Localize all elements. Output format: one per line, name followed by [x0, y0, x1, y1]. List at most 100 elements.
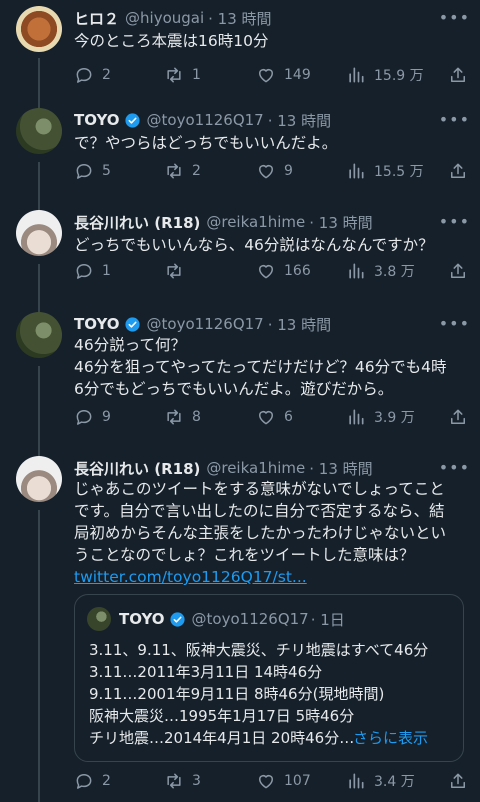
- bar-chart-icon: [349, 409, 364, 425]
- tweet[interactable]: TOYO @toyo1126Q17 · 13 時間 ••• で？やつらはどっちで…: [0, 108, 480, 202]
- reply-count: 1: [102, 263, 111, 279]
- retweet-button[interactable]: 2: [164, 160, 201, 182]
- like-button[interactable]: 107: [256, 770, 311, 792]
- speech-bubble-icon: [76, 264, 92, 279]
- retweet-arrows-icon: [167, 67, 181, 83]
- tweet-actions: 2 1 149 15.9 万: [74, 64, 468, 86]
- more-dots-icon[interactable]: •••: [439, 458, 470, 477]
- share-upload-icon: [451, 409, 465, 424]
- like-count: 149: [284, 67, 311, 83]
- retweet-count: 1: [192, 67, 201, 83]
- views-button[interactable]: 3.4 万: [346, 770, 415, 792]
- display-name[interactable]: 長谷川れい (R18): [74, 212, 200, 233]
- more-dots-icon[interactable]: •••: [439, 212, 470, 231]
- heart-icon: [259, 265, 273, 279]
- user-handle[interactable]: @reika1hime: [206, 459, 305, 477]
- more-dots-icon[interactable]: •••: [439, 8, 470, 27]
- tweet-actions: 5 2 9 15.5 万: [74, 160, 468, 182]
- avatar[interactable]: [16, 108, 62, 154]
- views-button[interactable]: 15.9 万: [346, 64, 424, 86]
- user-handle[interactable]: @toyo1126Q17: [147, 111, 264, 129]
- retweet-arrows-icon: [167, 163, 181, 179]
- display-name: TOYO: [119, 610, 165, 628]
- views-button[interactable]: 3.8 万: [346, 260, 415, 282]
- timestamp[interactable]: · 13 時間: [268, 110, 331, 131]
- reply-button[interactable]: 2: [74, 64, 111, 86]
- retweet-count: 2: [192, 163, 201, 179]
- retweet-button[interactable]: 8: [164, 406, 201, 428]
- tweet-actions: 9 8 6 3.9 万: [74, 406, 468, 428]
- speech-bubble-icon: [76, 774, 92, 789]
- heart-icon: [259, 69, 273, 83]
- tweet[interactable]: 長谷川れい (R18) @reika1hime · 13 時間 ••• どっちで…: [0, 210, 480, 304]
- like-button[interactable]: 6: [256, 406, 293, 428]
- timestamp[interactable]: · 13 時間: [268, 314, 331, 335]
- retweet-count: 3: [192, 773, 201, 789]
- views-button[interactable]: 15.5 万: [346, 160, 424, 182]
- more-dots-icon[interactable]: •••: [439, 110, 470, 129]
- user-handle[interactable]: @reika1hime: [206, 213, 305, 231]
- timestamp[interactable]: · 13 時間: [309, 212, 372, 233]
- share-upload-icon: [451, 67, 465, 82]
- avatar[interactable]: [16, 456, 62, 502]
- bar-chart-icon: [349, 263, 364, 279]
- verified-badge-icon: [169, 611, 185, 627]
- share-button[interactable]: [448, 406, 468, 428]
- timestamp[interactable]: · 13 時間: [309, 458, 372, 479]
- tweet[interactable]: TOYO @toyo1126Q17 · 13 時間 ••• 46分説って何？ 4…: [0, 312, 480, 452]
- views-button[interactable]: 3.9 万: [346, 406, 415, 428]
- speech-bubble-icon: [76, 68, 92, 83]
- like-button[interactable]: 9: [256, 160, 293, 182]
- avatar[interactable]: [16, 6, 62, 52]
- retweet-button[interactable]: 3: [164, 770, 201, 792]
- like-button[interactable]: 166: [256, 260, 311, 282]
- view-count: 15.9 万: [374, 68, 424, 84]
- share-button[interactable]: [448, 160, 468, 182]
- tweet[interactable]: 長谷川れい (R18) @reika1hime · 13 時間 ••• じゃあこ…: [0, 456, 480, 796]
- tweet-header: TOYO @toyo1126Q17 · 13 時間: [74, 312, 468, 336]
- timestamp[interactable]: · 13 時間: [208, 8, 271, 29]
- avatar[interactable]: [16, 312, 62, 358]
- retweet-arrows-icon: [167, 263, 181, 279]
- share-button[interactable]: [448, 260, 468, 282]
- share-button[interactable]: [448, 64, 468, 86]
- tweet-text: 今のところ本震は16時10分: [74, 32, 269, 50]
- retweet-arrows-icon: [167, 409, 181, 425]
- display-name[interactable]: TOYO: [74, 315, 120, 333]
- tweet[interactable]: ヒロ２ @hiyougai · 13 時間 ••• 今のところ本震は16時10分…: [0, 6, 480, 100]
- reply-button[interactable]: 1: [74, 260, 111, 282]
- reply-count: 9: [102, 409, 111, 425]
- tweet-actions: 1 166 3.8 万: [74, 260, 468, 282]
- share-upload-icon: [451, 773, 465, 788]
- user-handle[interactable]: @hiyougai: [125, 9, 204, 27]
- display-name[interactable]: TOYO: [74, 111, 120, 129]
- bar-chart-icon: [349, 67, 364, 83]
- retweet-count: 8: [192, 409, 201, 425]
- tweet-header: TOYO @toyo1126Q17 · 13 時間: [74, 108, 468, 132]
- tweet-text: どっちでもいいんなら、46分説はなんなんですか？: [74, 236, 434, 254]
- speech-bubble-icon: [76, 410, 92, 425]
- more-dots-icon[interactable]: •••: [439, 314, 470, 333]
- retweet-button[interactable]: 1: [164, 64, 201, 86]
- quoted-tweet[interactable]: TOYO @toyo1126Q17 · 1日 3.11、9.11、阪神大震災、チ…: [74, 594, 464, 762]
- reply-count: 5: [102, 163, 111, 179]
- show-more-link[interactable]: さらに表示: [353, 727, 428, 749]
- display-name[interactable]: 長谷川れい (R18): [74, 458, 200, 479]
- like-count: 166: [284, 263, 311, 279]
- tweet-link[interactable]: twitter.com/toyo1126Q17/st...: [74, 566, 470, 588]
- user-handle[interactable]: @toyo1126Q17: [147, 315, 264, 333]
- like-button[interactable]: 149: [256, 64, 311, 86]
- display-name[interactable]: ヒロ２: [74, 8, 119, 29]
- avatar[interactable]: [16, 210, 62, 256]
- like-count: 9: [284, 163, 293, 179]
- view-count: 15.5 万: [374, 164, 424, 180]
- share-button[interactable]: [448, 770, 468, 792]
- reply-button[interactable]: 9: [74, 406, 111, 428]
- tweet-text: 46分説って何？ 46分を狙ってやってたってだけだけど？46分でも4時 6分でも…: [74, 336, 447, 398]
- heart-icon: [259, 165, 273, 179]
- verified-badge-icon: [124, 112, 140, 128]
- retweet-button[interactable]: [164, 260, 192, 282]
- reply-button[interactable]: 5: [74, 160, 111, 182]
- bar-chart-icon: [349, 773, 364, 789]
- reply-button[interactable]: 2: [74, 770, 111, 792]
